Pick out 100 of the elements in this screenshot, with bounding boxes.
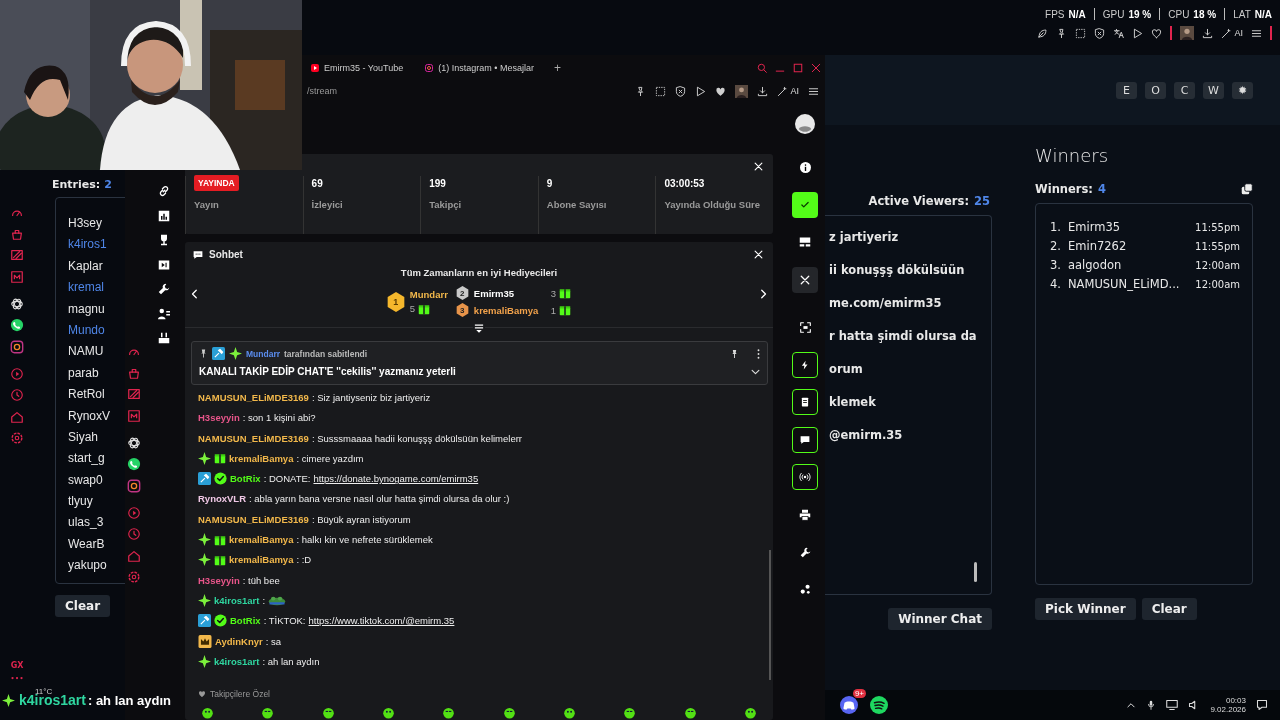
search-icon[interactable] [757,63,767,73]
users-icon[interactable] [158,307,170,320]
clock-icon[interactable] [10,388,24,402]
wand-icon[interactable] [777,85,789,97]
menu-icon[interactable] [1251,27,1262,39]
phone-bubble-icon[interactable] [10,318,24,332]
scrollbar[interactable] [974,562,977,582]
scrollbar[interactable] [769,550,771,680]
chevron-down-icon[interactable] [751,368,760,375]
menu-icon[interactable] [808,85,819,97]
ai-label[interactable]: AI [790,86,799,96]
bar-chart-icon[interactable] [158,209,170,222]
clock-date[interactable]: 9.02.2026 [1210,705,1246,714]
chat-username[interactable]: BotRix [230,473,261,485]
pinned-by[interactable]: Mundarr [246,348,280,359]
phone-bubble-icon[interactable] [127,457,141,471]
play-icon[interactable] [1132,27,1144,39]
clock-icon[interactable] [127,527,141,541]
chat-username[interactable]: NAMUSUN_ELiMDE3169 [198,432,309,444]
maximize-icon[interactable] [793,63,803,73]
pin-icon[interactable] [730,348,739,359]
camera-icon[interactable] [127,478,141,493]
gamepad-icon[interactable] [840,696,858,714]
emote-icon[interactable] [683,706,697,719]
selection-icon[interactable] [1075,27,1087,39]
close-button[interactable] [754,250,763,259]
emote-icon[interactable] [201,706,214,719]
leaf-icon[interactable] [1037,27,1049,39]
chat-username[interactable]: kremaliBamya [229,554,294,566]
chat-username[interactable]: NAMUSUN_ELiMDE3169 [198,392,309,403]
avatar-icon[interactable] [795,114,815,134]
camera-icon[interactable] [10,339,24,354]
music-app-icon[interactable] [870,696,888,714]
broadcast-button[interactable] [792,464,818,490]
previous-button[interactable] [190,287,200,301]
chat-username[interactable]: NAMUSUN_ELiMDE3169 [198,513,309,525]
wand-icon[interactable] [1221,27,1233,39]
link-icon[interactable] [158,185,170,197]
close-button[interactable] [754,162,763,171]
image-icon[interactable] [10,248,24,262]
knot-icon[interactable] [10,296,24,311]
cube-icon[interactable] [10,409,24,424]
browser-tab[interactable]: Emirm35 - YouTube [305,61,410,75]
shield-x-icon[interactable] [675,85,687,97]
settings-icon[interactable] [10,431,24,445]
browser-tab[interactable]: (1) Instagram • Mesajlar [419,61,540,75]
shield-x-icon[interactable] [1094,27,1106,39]
download-icon[interactable] [757,85,769,97]
selection-icon[interactable] [655,85,667,97]
close-button[interactable] [792,266,818,293]
play-icon[interactable] [695,85,707,97]
chat-username[interactable]: H3seyyin [198,574,240,586]
play-circle-icon[interactable] [10,366,24,381]
ai-label[interactable]: AI [1234,28,1243,38]
winner-chat-button[interactable]: Winner Chat [888,608,992,630]
chat-link[interactable]: https://www.tiktok.com/@emirm.35 [308,615,455,627]
avatar-icon[interactable] [1180,26,1195,40]
square-icon[interactable] [127,408,141,423]
heart-icon[interactable] [1151,27,1163,39]
notification-icon[interactable] [1256,699,1268,711]
next-button[interactable] [758,287,768,301]
microphone-icon[interactable] [1146,699,1157,711]
more-icon[interactable] [11,676,23,680]
chat-button[interactable] [792,426,818,453]
emote-icon[interactable] [623,706,637,719]
clear-button[interactable]: Clear [1141,598,1197,620]
chat-username[interactable]: AydinKnyr [215,635,263,647]
mode-button[interactable]: O [1145,81,1166,99]
emote-icon[interactable] [442,706,456,719]
close-icon[interactable] [811,63,821,73]
stream-icon[interactable] [158,332,170,344]
address-bar[interactable]: /stream [307,86,636,96]
trophy-icon[interactable] [158,234,170,246]
document-button[interactable] [792,389,818,415]
chevron-up-icon[interactable] [1126,700,1137,710]
image-icon[interactable] [127,387,141,401]
play-circle-icon[interactable] [127,505,141,520]
translate-icon[interactable] [1113,27,1125,39]
settings-icon[interactable] [127,570,141,584]
mode-button[interactable]: ✹ [1232,81,1253,99]
pick-winner-button[interactable]: Pick Winner [1035,598,1136,620]
square-icon[interactable] [10,269,24,284]
lightning-button[interactable] [792,351,818,378]
cube-icon[interactable] [127,548,141,563]
download-icon[interactable] [1202,27,1214,39]
knot-icon[interactable] [127,435,141,450]
check-button[interactable] [792,191,818,218]
clear-button[interactable]: Clear [55,595,111,617]
new-tab-button[interactable]: + [549,61,565,75]
mode-button[interactable]: W [1203,81,1224,99]
chat-link[interactable]: https://donate.bynogame.com/emirm35 [313,473,479,485]
monitor-icon[interactable] [1166,699,1179,711]
chat-username[interactable]: k4iros1art [214,594,260,606]
wrench-icon[interactable] [158,283,170,295]
mode-button[interactable]: C [1174,81,1195,99]
emote-icon[interactable] [382,706,395,719]
emote-icon[interactable] [502,706,516,719]
mode-button[interactable]: E [1116,81,1137,99]
emote-icon[interactable] [562,706,576,719]
chat-username[interactable]: kremaliBamya [229,452,294,464]
